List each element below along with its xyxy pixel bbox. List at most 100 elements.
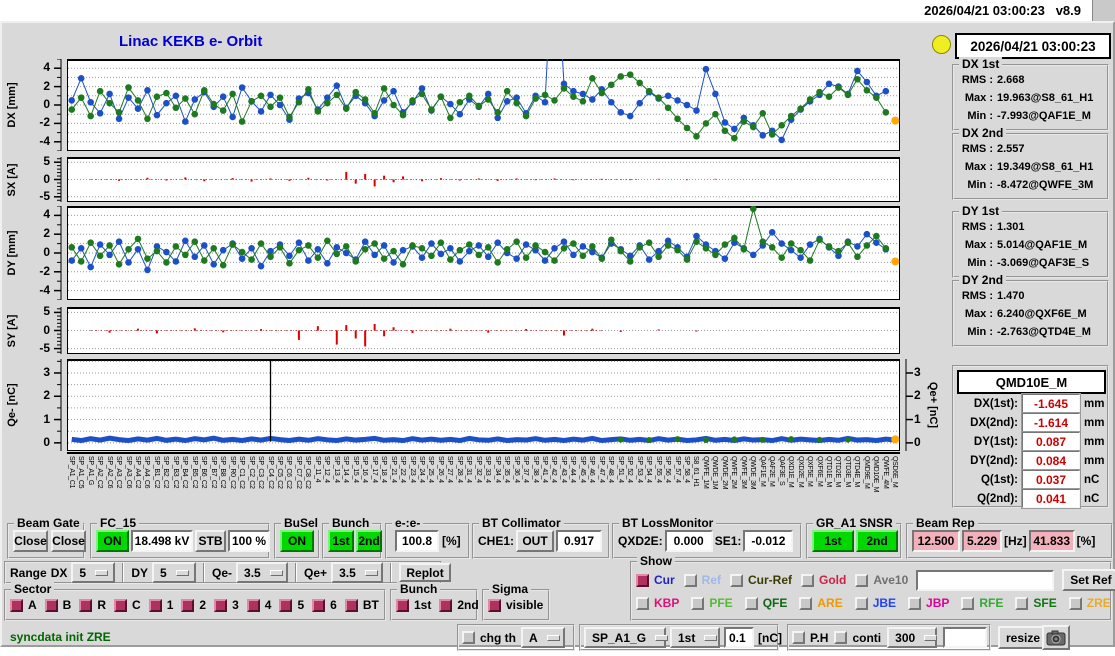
sector-6-checkitem[interactable]: 6 bbox=[312, 598, 337, 612]
sector-4-checkbox[interactable] bbox=[246, 598, 260, 612]
sp-select-value: SP_A1_G bbox=[592, 630, 647, 645]
ph-checkbox[interactable] bbox=[792, 631, 805, 644]
sector-a-checkbox[interactable] bbox=[10, 598, 23, 612]
show-are-checkitem[interactable]: ARE bbox=[799, 596, 843, 610]
show-pfe-label: PFE bbox=[709, 596, 733, 610]
bunch-select-2nd-checkbox[interactable] bbox=[439, 598, 453, 612]
sector-2-checkitem[interactable]: 2 bbox=[181, 598, 206, 612]
show-gold-checkitem[interactable]: Gold bbox=[801, 573, 846, 587]
threshold-input[interactable] bbox=[724, 627, 754, 648]
sector-r-checkitem[interactable]: R bbox=[79, 598, 106, 612]
beam-rep-percent-label: [%] bbox=[1076, 534, 1096, 548]
plot-qe-right-ytick: 0 bbox=[914, 434, 921, 449]
show-qfe-checkbox[interactable] bbox=[744, 596, 758, 610]
sigma-visible-checkbox[interactable] bbox=[488, 598, 501, 612]
snapshot-button[interactable] bbox=[1042, 625, 1070, 650]
sector-bt-label: BT bbox=[362, 598, 379, 612]
show-cur-ref-checkitem[interactable]: Cur-Ref bbox=[730, 573, 792, 587]
show-pfe-checkbox[interactable] bbox=[691, 596, 705, 610]
show-ave10-checkbox[interactable] bbox=[855, 573, 869, 587]
sector-c-checkitem[interactable]: C bbox=[114, 598, 141, 612]
stats-dx1st-group: DX 1st RMS : 2.668 Max : 19.963@S8_61_H1 M… bbox=[952, 57, 1109, 131]
extra-input[interactable] bbox=[943, 627, 988, 648]
che1-out-button[interactable]: OUT bbox=[516, 530, 555, 552]
sigma-visible-checkitem[interactable]: visible bbox=[488, 598, 543, 612]
show-sfe-checkbox[interactable] bbox=[1015, 596, 1029, 610]
show-jbp-checkitem[interactable]: JBP bbox=[908, 596, 949, 610]
bunch-select-1st-checkbox[interactable] bbox=[396, 598, 409, 612]
chg-th-checkbox[interactable] bbox=[462, 631, 475, 644]
bunch-th-select[interactable]: 1st bbox=[670, 627, 720, 648]
sector-c-checkbox[interactable] bbox=[114, 598, 128, 612]
sector-bt-checkitem[interactable]: BT bbox=[344, 598, 379, 612]
sector-bt-checkbox[interactable] bbox=[344, 598, 358, 612]
show-sfe-checkitem[interactable]: SFE bbox=[1015, 596, 1057, 610]
plot-dy-ytick: 0 bbox=[43, 245, 50, 259]
sector-5-checkbox[interactable] bbox=[279, 598, 293, 612]
range-qem-select[interactable]: 3.5 bbox=[236, 562, 289, 583]
range-dy-select[interactable]: 5 bbox=[152, 562, 197, 583]
show-ave10-checkitem[interactable]: Ave10 bbox=[855, 573, 908, 587]
show-jbe-checkitem[interactable]: JBE bbox=[854, 596, 896, 610]
beam-gate-close-1-button[interactable]: Close bbox=[13, 530, 48, 552]
plot-dx-ytick: 4 bbox=[43, 60, 50, 75]
show-jbe-checkbox[interactable] bbox=[854, 596, 868, 610]
show-kbp-checkbox[interactable] bbox=[636, 596, 649, 610]
busel-on-button[interactable]: ON bbox=[280, 530, 314, 552]
sector-2-checkbox[interactable] bbox=[181, 598, 195, 612]
range-qep-select[interactable]: 3.5 bbox=[331, 562, 384, 583]
sector-1-checkbox[interactable] bbox=[148, 598, 162, 612]
sp-select[interactable]: SP_A1_G bbox=[584, 627, 669, 648]
sector-3-checkitem[interactable]: 3 bbox=[214, 598, 239, 612]
show-pfe-checkitem[interactable]: PFE bbox=[691, 596, 733, 610]
sector-6-checkbox[interactable] bbox=[312, 598, 326, 612]
show-cur-ref-checkbox[interactable] bbox=[730, 573, 744, 587]
show-zre-checkitem[interactable]: ZRE bbox=[1068, 596, 1111, 610]
sector-r-checkbox[interactable] bbox=[79, 598, 93, 612]
show-zre-checkbox[interactable] bbox=[1068, 596, 1082, 610]
bunch-select-1st-checkitem[interactable]: 1st bbox=[396, 598, 431, 612]
fc15-stb-button[interactable]: STB bbox=[195, 530, 226, 552]
sector-4-checkitem[interactable]: 4 bbox=[246, 598, 271, 612]
show-cur-checkbox[interactable] bbox=[636, 573, 649, 587]
show-are-checkbox[interactable] bbox=[799, 596, 813, 610]
count-select[interactable]: 300 bbox=[887, 627, 938, 648]
conti-checkitem[interactable]: conti bbox=[834, 631, 881, 645]
show-ref-checkitem[interactable]: Ref bbox=[683, 573, 721, 587]
gr-a1-2nd-button[interactable]: 2nd bbox=[856, 530, 898, 552]
sector-1-checkitem[interactable]: 1 bbox=[148, 598, 173, 612]
gr-a1-1st-button[interactable]: 1st bbox=[812, 530, 854, 552]
chg-th-checkitem[interactable]: chg th bbox=[462, 631, 516, 645]
ref-file-input[interactable] bbox=[916, 569, 1055, 591]
show-jbp-checkbox[interactable] bbox=[908, 596, 922, 610]
show-rfe-checkbox[interactable] bbox=[961, 596, 975, 610]
resize-button[interactable]: resize bbox=[998, 626, 1049, 649]
range-dx-select[interactable]: 5 bbox=[71, 562, 116, 583]
ph-checkitem[interactable]: P.H bbox=[792, 631, 828, 645]
plot-dy-svg bbox=[54, 206, 900, 300]
show-kbp-checkitem[interactable]: KBP bbox=[636, 596, 679, 610]
sector-3-checkbox[interactable] bbox=[214, 598, 228, 612]
bunch-1st-button[interactable]: 1st bbox=[328, 530, 354, 552]
sector-b-checkitem[interactable]: B bbox=[44, 598, 71, 612]
show-ref-checkbox[interactable] bbox=[683, 573, 697, 587]
sector-a-checkitem[interactable]: A bbox=[10, 598, 37, 612]
sector-5-checkitem[interactable]: 5 bbox=[279, 598, 304, 612]
set-ref-button[interactable]: Set Ref bbox=[1062, 569, 1115, 591]
bpm-label: QWDE_2M bbox=[720, 456, 728, 490]
bunch-2nd-button[interactable]: 2nd bbox=[356, 530, 382, 552]
beam-gate-close-2-button[interactable]: Close bbox=[51, 530, 86, 552]
replot-button[interactable]: Replot bbox=[399, 563, 452, 582]
bpm-label: SP_58_4 bbox=[683, 456, 691, 483]
show-gold-checkbox[interactable] bbox=[801, 573, 815, 587]
bpm-label: SP_B8_C2 bbox=[219, 456, 227, 489]
th-select[interactable]: A bbox=[521, 627, 565, 648]
bunch-select-2nd-checkitem[interactable]: 2nd bbox=[439, 598, 479, 612]
sector-b-checkbox[interactable] bbox=[44, 598, 58, 612]
show-cur-checkitem[interactable]: Cur bbox=[636, 573, 675, 587]
fc15-on-button[interactable]: ON bbox=[96, 530, 129, 552]
show-rfe-checkitem[interactable]: RFE bbox=[961, 596, 1003, 610]
busel-group: BuSel ON bbox=[274, 516, 322, 559]
show-qfe-checkitem[interactable]: QFE bbox=[744, 596, 787, 610]
conti-checkbox[interactable] bbox=[834, 631, 848, 644]
